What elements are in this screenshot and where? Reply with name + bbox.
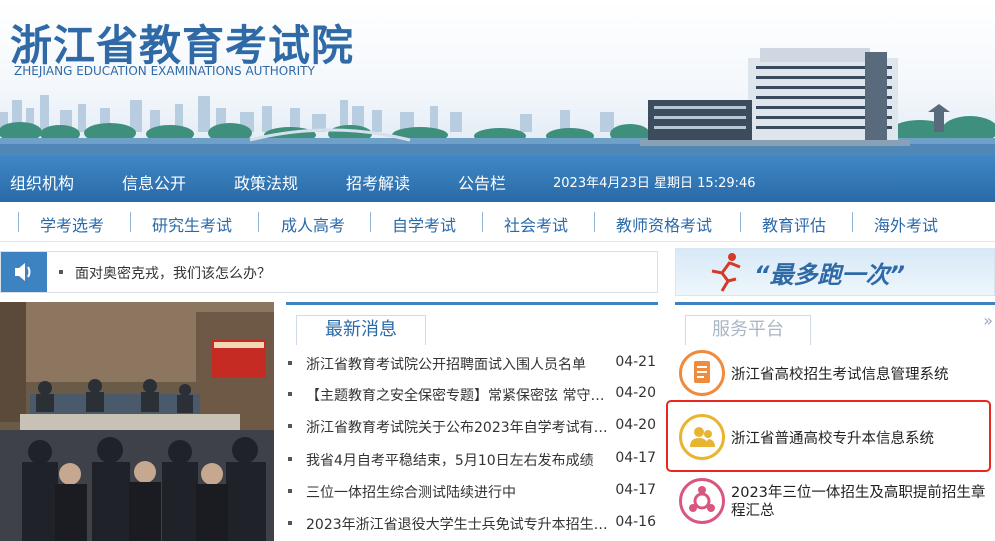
notice-link[interactable]: 面对奥密克戎，我们该怎么办？ [75,263,271,283]
site-subtitle: ZHEJIANG EDUCATION EXAMINATIONS AUTHORIT… [14,64,315,78]
news-item[interactable]: 浙江省教育考试院关于公布2023年自学考试有关事项的公告 04-20 [286,414,658,438]
sub-nav: 学考选考 研究生考试 成人高考 自学考试 社会考试 教师资格考试 教育评估 海外… [0,202,995,242]
subnav-item-academic-exam[interactable]: 学考选考 [40,212,104,236]
divider [258,212,259,232]
services-tabbar: 服务平台 » [675,302,995,345]
news-date: 04-21 [615,354,656,370]
double-chevron-right-icon[interactable]: » [983,311,993,330]
bullet [59,270,63,274]
news-date: 04-17 [615,482,656,498]
nav-item-organization[interactable]: 组织机构 [10,170,74,194]
runner-icon [711,253,741,292]
slogan-text: “最多跑一次” [754,261,905,289]
service-item[interactable]: 2023年三位一体招生及高职提前招生章程汇总 [675,474,995,536]
news-title[interactable]: 三位一体招生综合测试陆续进行中 [306,482,610,502]
news-item[interactable]: 我省4月自考平稳结束，5月10日左右发布成绩 04-17 [286,447,658,471]
subnav-item-graduate-exam[interactable]: 研究生考试 [152,212,232,236]
service-item[interactable]: 浙江省高校招生考试信息管理系统 [675,346,995,408]
news-title[interactable]: 【主题教育之安全保密专题】常紧保密弦 常守保密心 [306,385,610,405]
divider [370,212,371,232]
news-photo[interactable] [0,302,274,541]
speaker-icon [1,252,47,292]
subnav-item-self-study-exam[interactable]: 自学考试 [392,212,456,236]
news-date: 04-17 [615,450,656,466]
news-item[interactable]: 2023年浙江省退役大学生士兵免试专升本招生工作 04-16 [286,511,658,535]
divider [482,212,483,232]
bullet [288,521,292,525]
notice-bar: 面对奥密克戎，我们该怎么办？ [0,251,658,293]
divider [740,212,741,232]
news-item[interactable]: 【主题教育之安全保密专题】常紧保密弦 常守保密心 04-20 [286,382,658,406]
tab-service-platform[interactable]: 服务平台 [685,315,811,345]
bullet [288,489,292,493]
datetime-display: 2023年4月23日 星期日 15:29:46 [553,176,756,191]
divider [852,212,853,232]
document-icon [679,350,725,396]
nav-item-info-disclosure[interactable]: 信息公开 [122,170,186,194]
network-icon [679,478,725,524]
nav-item-admission-interpretation[interactable]: 招考解读 [346,170,410,194]
subnav-item-education-evaluation[interactable]: 教育评估 [762,212,826,236]
news-title[interactable]: 浙江省教育考试院公开招聘面试入围人员名单 [306,354,610,374]
news-item[interactable]: 浙江省教育考试院公开招聘面试入围人员名单 04-21 [286,351,658,375]
news-date: 04-16 [615,514,656,530]
nav-item-policies[interactable]: 政策法规 [234,170,298,194]
bullet [288,392,292,396]
subnav-item-adult-exam[interactable]: 成人高考 [281,212,345,236]
service-label[interactable]: 2023年三位一体招生及高职提前招生章程汇总 [731,484,993,520]
news-title[interactable]: 2023年浙江省退役大学生士兵免试专升本招生工作 [306,514,610,534]
news-title[interactable]: 浙江省教育考试院关于公布2023年自学考试有关事项的公告 [306,417,610,437]
tab-latest-news[interactable]: 最新消息 [296,315,426,345]
bullet [288,424,292,428]
divider [18,212,19,232]
service-label[interactable]: 浙江省高校招生考试信息管理系统 [731,366,949,384]
bullet [288,361,292,365]
nav-item-bulletin[interactable]: 公告栏 [458,170,506,194]
main-nav: 组织机构 信息公开 政策法规 招考解读 公告栏 2023年4月23日 星期日 1… [0,156,995,202]
news-date: 04-20 [615,385,656,401]
highlight-box [666,400,991,472]
divider [594,212,595,232]
subnav-item-overseas-exam[interactable]: 海外考试 [874,212,938,236]
subnav-item-social-exam[interactable]: 社会考试 [504,212,568,236]
bullet [288,457,292,461]
news-tabbar: 最新消息 [286,302,658,345]
news-title[interactable]: 我省4月自考平稳结束，5月10日左右发布成绩 [306,450,610,470]
subnav-item-teacher-exam[interactable]: 教师资格考试 [616,212,712,236]
divider [130,212,131,232]
slogan-banner[interactable]: “最多跑一次” [675,248,995,296]
news-date: 04-20 [615,417,656,433]
latest-news-panel: 最新消息 浙江省教育考试院公开招聘面试入围人员名单 04-21 【主题教育之安全… [286,302,658,541]
news-item[interactable]: 三位一体招生综合测试陆续进行中 04-17 [286,479,658,503]
site-banner: 浙江省教育考试院 ZHEJIANG EDUCATION EXAMINATIONS… [0,0,995,156]
